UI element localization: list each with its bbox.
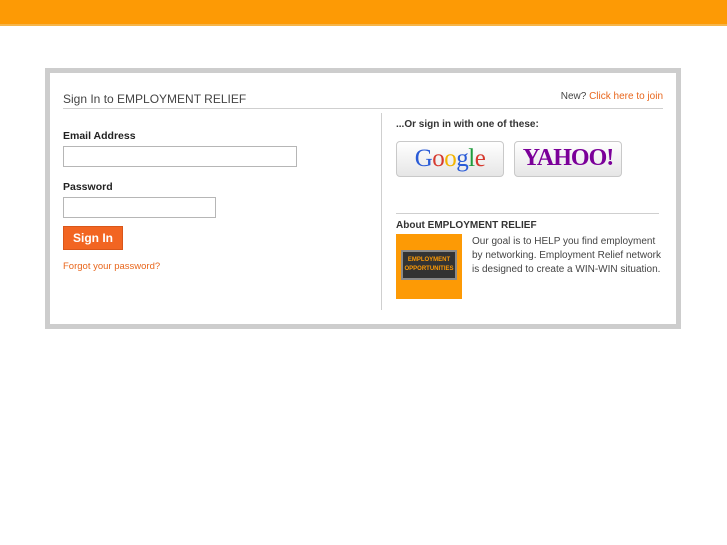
about-divider (396, 213, 659, 214)
image-sign: EMPLOYMENT OPPORTUNITIES (401, 250, 457, 280)
password-field[interactable] (63, 197, 216, 218)
google-logo: Google (414, 145, 486, 172)
email-field[interactable] (63, 146, 297, 167)
join-link[interactable]: Click here to join (589, 91, 663, 102)
top-bar (0, 0, 727, 26)
forgot-password-link[interactable]: Forgot your password? (63, 261, 160, 272)
signin-frame: Sign In to EMPLOYMENT RELIEF New? Click … (45, 68, 681, 329)
vertical-divider (381, 113, 382, 310)
new-prefix: New? (560, 91, 590, 102)
sign-in-button[interactable]: Sign In (63, 226, 123, 250)
employment-opportunities-image: EMPLOYMENT OPPORTUNITIES (396, 234, 462, 299)
page-title: Sign In to EMPLOYMENT RELIEF (63, 92, 247, 106)
yahoo-signin-button[interactable]: YAHOO! (514, 141, 622, 177)
google-signin-button[interactable]: Google (396, 141, 504, 177)
social-heading: ...Or sign in with one of these: (396, 119, 539, 130)
about-title: About EMPLOYMENT RELIEF (396, 220, 537, 231)
email-label: Email Address (63, 130, 136, 142)
signin-panel: Sign In to EMPLOYMENT RELIEF New? Click … (50, 73, 676, 324)
about-text: Our goal is to HELP you find employment … (472, 236, 661, 275)
new-user-prompt: New? Click here to join (561, 91, 663, 102)
yahoo-logo: YAHOO! (522, 145, 614, 171)
password-label: Password (63, 181, 113, 193)
panel-header: Sign In to EMPLOYMENT RELIEF New? Click … (63, 87, 663, 109)
